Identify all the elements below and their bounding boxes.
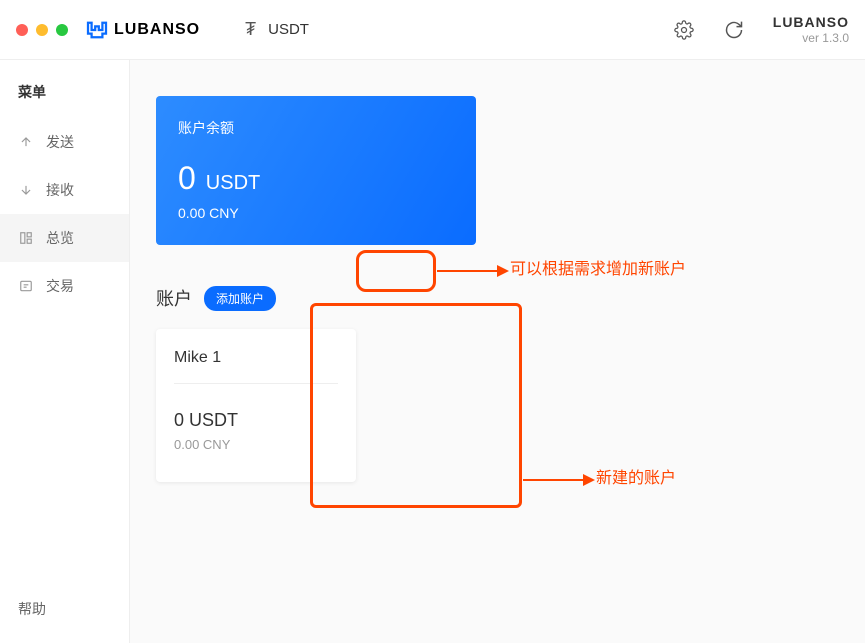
add-account-button[interactable]: 添加账户: [204, 286, 276, 311]
annotation-text-new: 新建的账户: [596, 464, 676, 488]
logo-icon: [86, 21, 108, 39]
balance-amount: 0 USDT: [178, 160, 454, 197]
annotation-text-add: 可以根据需求增加新账户: [510, 255, 686, 279]
titlebar: LUBANSO ₮ USDT LUBANSO ver: [0, 0, 865, 60]
transactions-icon: [18, 278, 34, 294]
sidebar-item-overview[interactable]: 总览: [0, 214, 129, 262]
balance-unit: USDT: [206, 172, 260, 195]
annotation-arrow-1: [437, 265, 509, 277]
minimize-window-button[interactable]: [36, 24, 48, 36]
annotation-arrow-2: [523, 474, 595, 486]
overview-icon: [18, 230, 34, 246]
sidebar: 菜单 发送 接收 总览: [0, 60, 130, 643]
gear-icon: [674, 20, 694, 40]
close-window-button[interactable]: [16, 24, 28, 36]
help-link[interactable]: 帮助: [18, 601, 46, 617]
main-content: 账户余额 0 USDT 0.00 CNY 账户 添加账户 Mike 1 0 US…: [130, 60, 865, 643]
receive-icon: [18, 182, 34, 198]
version-number: ver 1.3.0: [773, 31, 849, 45]
menu-title: 菜单: [0, 76, 129, 118]
accounts-title: 账户: [156, 285, 192, 311]
account-balance: 0 USDT: [174, 410, 338, 431]
settings-button[interactable]: [673, 19, 695, 41]
account-name: Mike 1: [174, 349, 338, 384]
window-controls: [16, 24, 68, 36]
version-info: LUBANSO ver 1.3.0: [773, 14, 849, 45]
tether-icon: ₮: [245, 19, 256, 40]
currency-selector[interactable]: ₮ USDT: [245, 19, 309, 40]
refresh-button[interactable]: [723, 19, 745, 41]
sidebar-item-send[interactable]: 发送: [0, 118, 129, 166]
sidebar-item-transactions[interactable]: 交易: [0, 262, 129, 310]
balance-fiat: 0.00 CNY: [178, 205, 454, 221]
sidebar-item-label: 接收: [46, 180, 74, 200]
currency-label: USDT: [268, 21, 309, 38]
version-name: LUBANSO: [773, 14, 849, 31]
send-icon: [18, 134, 34, 150]
sidebar-item-label: 交易: [46, 276, 74, 296]
balance-card: 账户余额 0 USDT 0.00 CNY: [156, 96, 476, 245]
sidebar-item-label: 发送: [46, 132, 74, 152]
balance-label: 账户余额: [178, 118, 454, 138]
sidebar-item-label: 总览: [46, 228, 74, 248]
sidebar-item-receive[interactable]: 接收: [0, 166, 129, 214]
refresh-icon: [724, 20, 744, 40]
account-fiat: 0.00 CNY: [174, 437, 338, 452]
maximize-window-button[interactable]: [56, 24, 68, 36]
account-card[interactable]: Mike 1 0 USDT 0.00 CNY: [156, 329, 356, 482]
app-name: LUBANSO: [114, 21, 200, 39]
app-logo: LUBANSO: [86, 21, 200, 39]
balance-value: 0: [178, 160, 196, 197]
